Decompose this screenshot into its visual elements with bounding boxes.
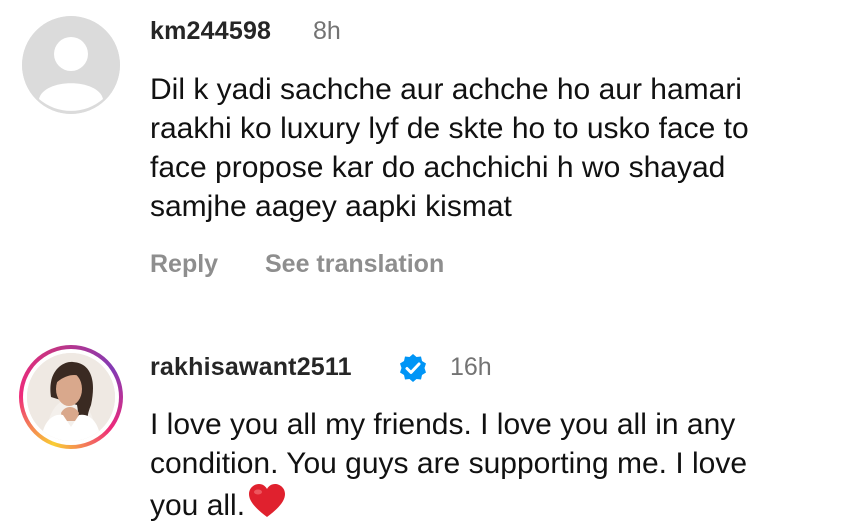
comment-timestamp: 16h [450, 353, 492, 381]
comment-username[interactable]: km244598 [150, 17, 271, 46]
comment-text: I love you all my friends. I love you al… [150, 405, 850, 525]
comment-username[interactable]: rakhisawant2511 [150, 353, 352, 382]
reply-button[interactable]: Reply [150, 250, 218, 279]
comment-item: km244598 8h Dil k yadi sachche aur achch… [0, 0, 863, 300]
avatar[interactable] [19, 345, 123, 449]
profile-photo [27, 353, 115, 441]
avatar[interactable] [22, 16, 120, 114]
default-avatar-icon [22, 16, 120, 114]
see-translation-button[interactable]: See translation [265, 250, 444, 279]
red-heart-icon [249, 484, 286, 517]
comment-text: Dil k yadi sachche aur achche ho aur ham… [150, 73, 749, 223]
comment-text-body: I love you all my friends. I love you al… [150, 408, 748, 522]
comment-item: rakhisawant2511 16h I love you all my fr… [0, 330, 863, 532]
comment-timestamp: 8h [313, 17, 341, 45]
verified-badge-icon [400, 354, 426, 382]
profile-photo-icon [27, 353, 115, 441]
